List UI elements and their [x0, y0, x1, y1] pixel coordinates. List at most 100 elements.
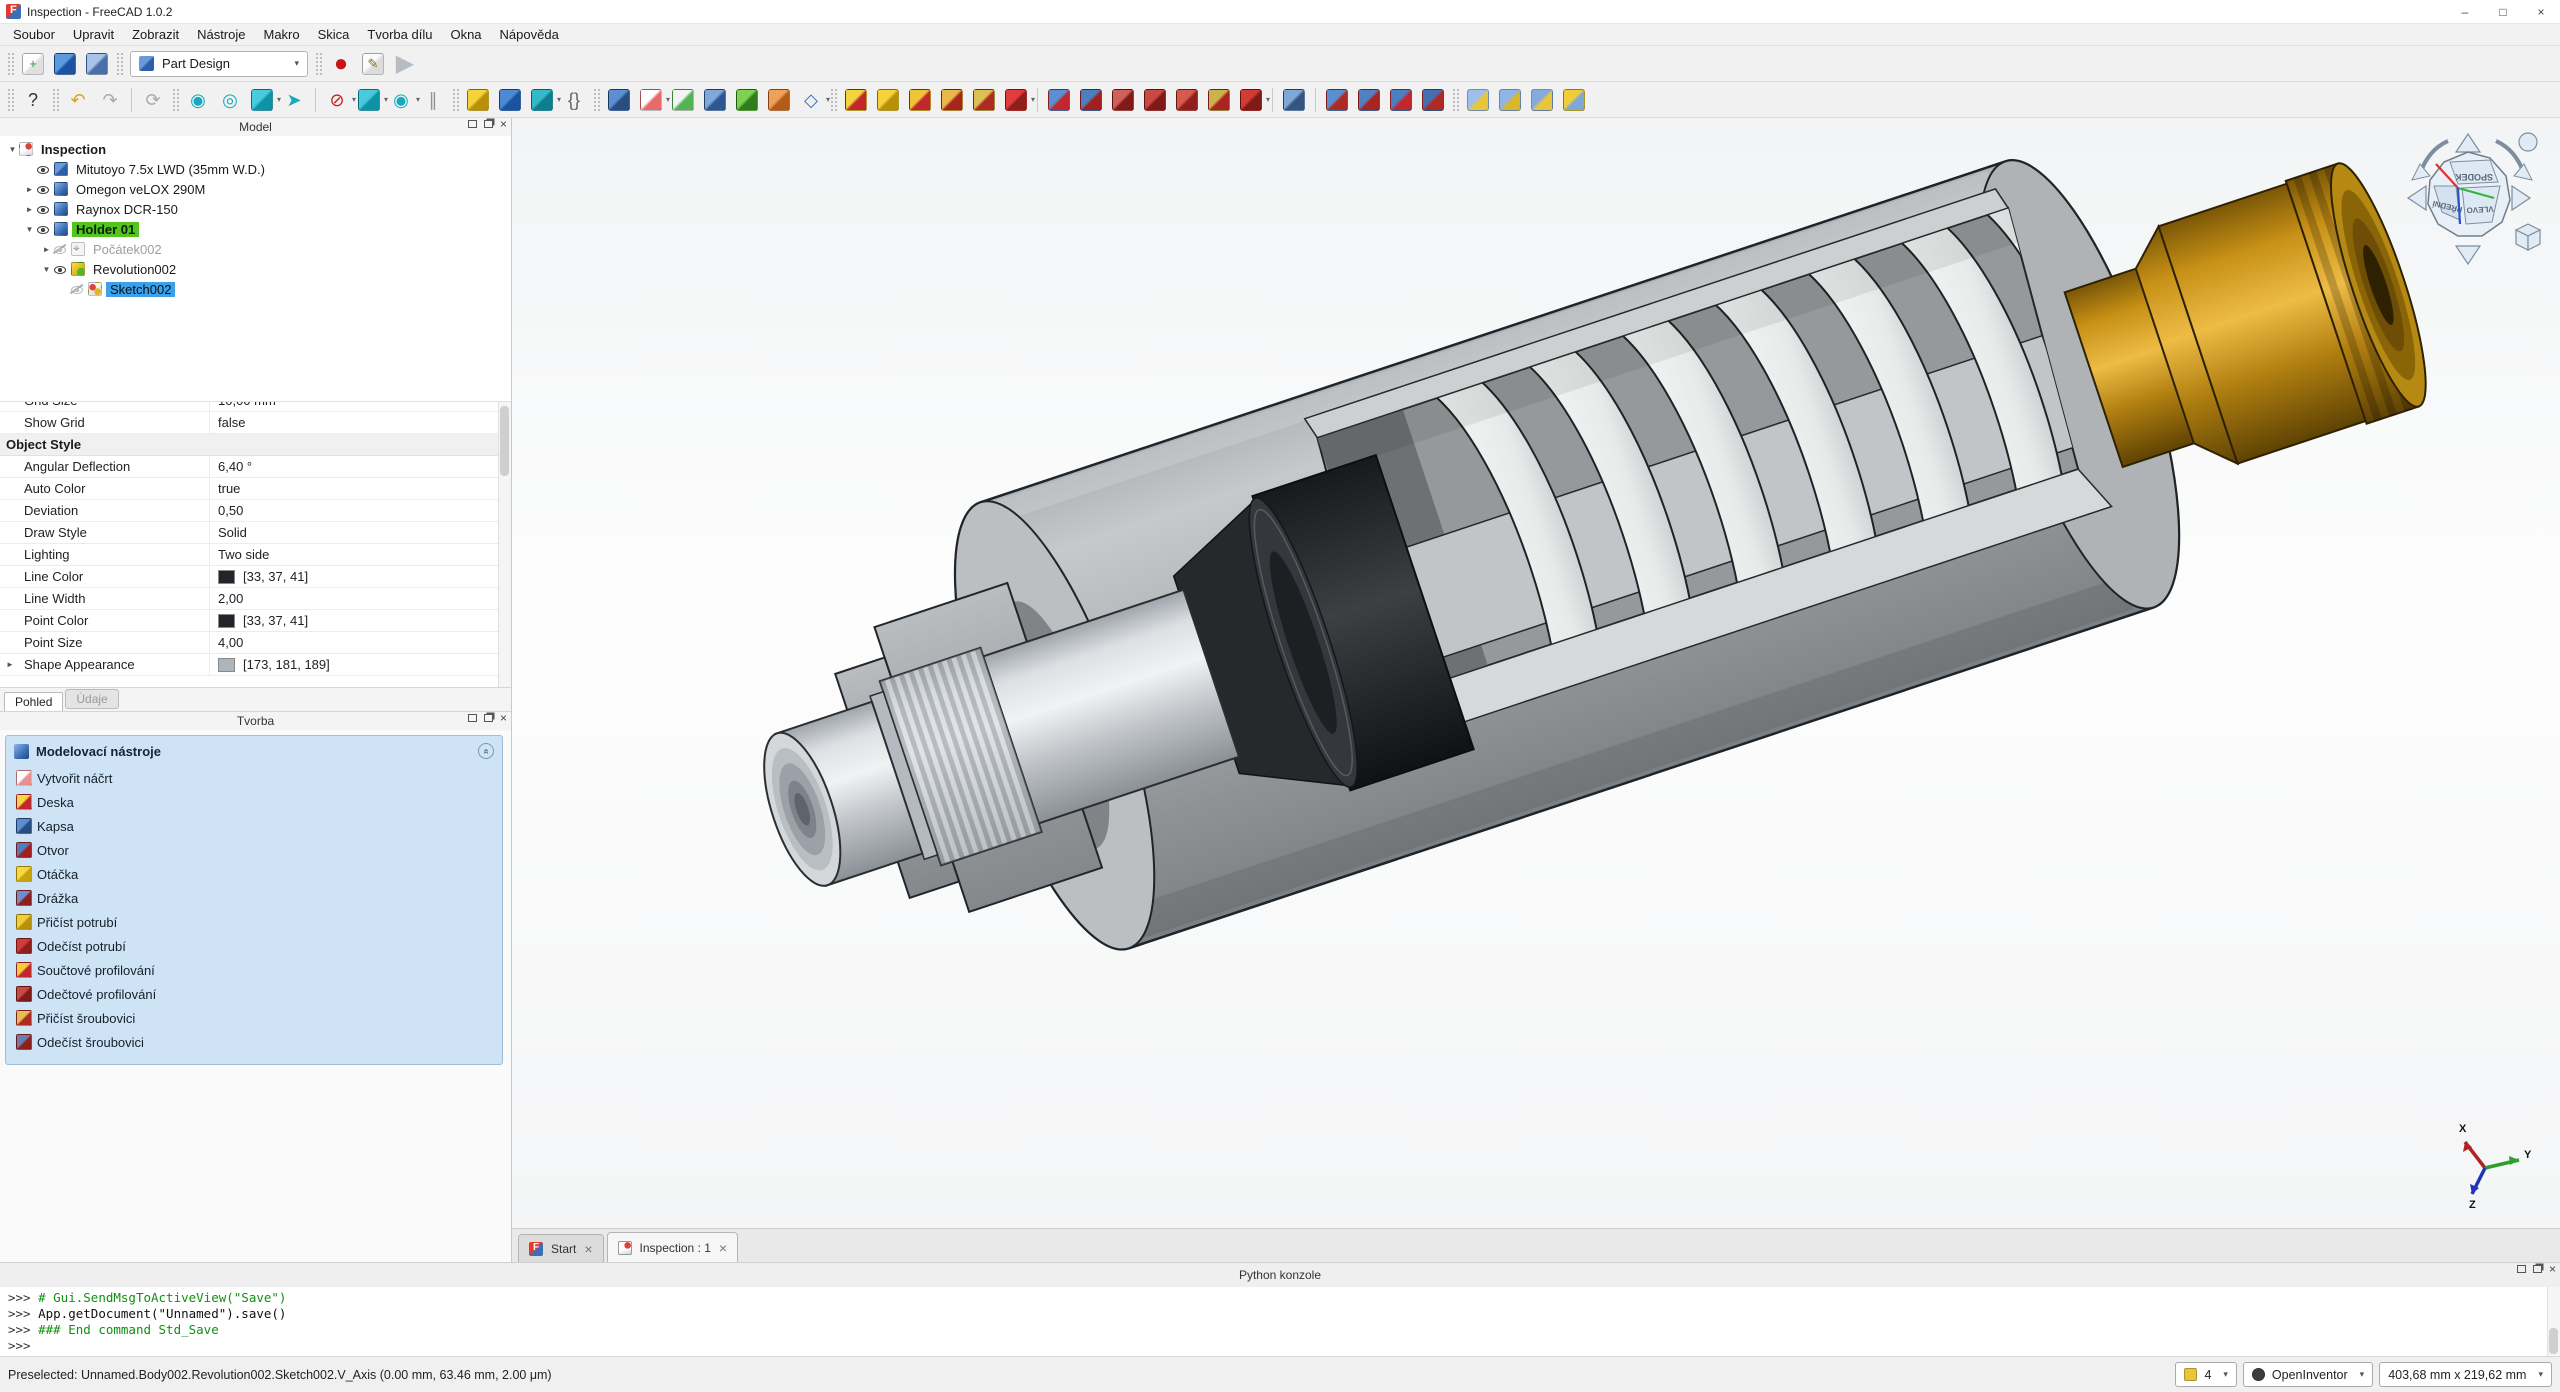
python-console-body[interactable]: >>> # Gui.SendMsgToActiveView("Save")>>>…: [0, 1287, 2560, 1357]
tasks-panel-float-icon[interactable]: [484, 714, 493, 722]
document-tab-inspection-1[interactable]: Inspection : 1×: [607, 1232, 739, 1262]
navcube-mini-cube[interactable]: [2516, 224, 2540, 250]
dimension-combo[interactable]: 403,68 mm x 219,62 mm▾: [2379, 1362, 2552, 1387]
navcube-arrow-up[interactable]: [2456, 134, 2480, 152]
tasks-panel-close-icon[interactable]: ×: [500, 714, 507, 722]
tree-item-sketch002[interactable]: Sketch002: [0, 279, 511, 299]
menu-makro[interactable]: Makro: [255, 25, 309, 44]
close-button[interactable]: ×: [2522, 0, 2560, 23]
hole-button[interactable]: [1076, 85, 1106, 115]
map-sketch-button[interactable]: [700, 85, 730, 115]
property-value[interactable]: [33, 37, 41]: [210, 566, 511, 587]
tool-drazka[interactable]: Drážka: [6, 886, 502, 910]
property-scrollbar-thumb[interactable]: [500, 406, 509, 476]
tree-item-holder-01[interactable]: ▼Holder 01: [0, 219, 511, 239]
tree-caret-down-icon[interactable]: ▼: [6, 145, 19, 154]
subtractive-primitive-button[interactable]: ▾: [1236, 85, 1266, 115]
console-float-icon[interactable]: [2533, 1265, 2542, 1273]
tool-deska[interactable]: Deska: [6, 790, 502, 814]
new-document-button[interactable]: +: [18, 49, 48, 79]
property-lighting[interactable]: LightingTwo side: [0, 544, 511, 566]
chamfer-button[interactable]: [1354, 85, 1384, 115]
mirrored-button[interactable]: [1463, 85, 1493, 115]
tree-item-omegon-velox-290m[interactable]: ►Omegon veLOX 290M: [0, 179, 511, 199]
macro-record-button[interactable]: ●: [326, 49, 356, 79]
clipping-plane-button[interactable]: ⊘▾: [322, 85, 352, 115]
open-document-button[interactable]: [50, 49, 80, 79]
property-angular-deflection[interactable]: Angular Deflection6,40 °: [0, 456, 511, 478]
property-value[interactable]: Solid: [210, 522, 511, 543]
property-scrollbar[interactable]: [498, 402, 511, 687]
navcube-cube[interactable]: SPODEK PŘEDNÍ VLEVO: [2428, 152, 2510, 236]
3d-viewport[interactable]: SPODEK PŘEDNÍ VLEVO: [512, 118, 2560, 1228]
tool-odectove-profilovani[interactable]: Odečtové profilování: [6, 982, 502, 1006]
property-value[interactable]: 6,40 °: [210, 456, 511, 477]
model-panel-close-icon[interactable]: ×: [500, 120, 507, 128]
create-sketch-button[interactable]: ▾: [636, 85, 666, 115]
tree-caret-down-icon[interactable]: ▼: [40, 265, 53, 274]
maximize-button[interactable]: □: [2484, 0, 2522, 23]
pad-button[interactable]: [841, 85, 871, 115]
visible-eye-icon[interactable]: [36, 203, 51, 216]
stereo-view-button[interactable]: ▾: [354, 85, 384, 115]
refresh-button[interactable]: ⟳: [138, 85, 168, 115]
property-auto-color[interactable]: Auto Colortrue: [0, 478, 511, 500]
subtractive-loft-button[interactable]: [1172, 85, 1202, 115]
property-shape-appearance[interactable]: ►Shape Appearance[173, 181, 189]: [0, 654, 511, 676]
document-tab-start[interactable]: Start×: [518, 1234, 604, 1262]
tree-caret-right-icon[interactable]: ►: [40, 245, 53, 254]
property-show-grid[interactable]: Show Gridfalse: [0, 412, 511, 434]
modeling-tools-group-header[interactable]: Modelovací nástroje »: [6, 736, 502, 766]
tool-pricist-potrubi[interactable]: Přičíst potrubí: [6, 910, 502, 934]
redo-button[interactable]: ↷: [95, 85, 125, 115]
undo-button[interactable]: ↶: [63, 85, 93, 115]
create-group-button[interactable]: [495, 85, 525, 115]
visible-eye-icon[interactable]: [36, 223, 51, 236]
groove-button[interactable]: [1108, 85, 1138, 115]
fly-navigation-button[interactable]: ➤: [279, 85, 309, 115]
menu-soubor[interactable]: Soubor: [4, 25, 64, 44]
thickness-button[interactable]: [1418, 85, 1448, 115]
shape-binder-button[interactable]: [732, 85, 762, 115]
property-point-size[interactable]: Point Size4,00: [0, 632, 511, 654]
property-line-color[interactable]: Line Color[33, 37, 41]: [0, 566, 511, 588]
collapse-chevron-icon[interactable]: »: [478, 743, 494, 759]
create-datum-button[interactable]: ◇▾: [796, 85, 826, 115]
create-part-button[interactable]: [463, 85, 493, 115]
tool-souctove-profilovani[interactable]: Součtové profilování: [6, 958, 502, 982]
console-restore-icon[interactable]: [2517, 1265, 2526, 1273]
console-scrollbar[interactable]: [2547, 1287, 2560, 1357]
tab-udaje[interactable]: Údaje: [65, 689, 118, 709]
edit-sketch-button[interactable]: [668, 85, 698, 115]
multitransform-button[interactable]: [1559, 85, 1589, 115]
navcube-label-left[interactable]: VLEVO: [2466, 204, 2494, 214]
property-value[interactable]: [173, 181, 189]: [210, 654, 511, 675]
tool-otvor[interactable]: Otvor: [6, 838, 502, 862]
property-point-color[interactable]: Point Color[33, 37, 41]: [0, 610, 511, 632]
polar-pattern-button[interactable]: [1527, 85, 1557, 115]
tree-item-raynox-dcr-150[interactable]: ►Raynox DCR-150: [0, 199, 511, 219]
visible-eye-icon[interactable]: [36, 163, 51, 176]
tab-pohled[interactable]: Pohled: [4, 692, 63, 711]
property-deviation[interactable]: Deviation0,50: [0, 500, 511, 522]
menu-napoveda[interactable]: Nápověda: [491, 25, 568, 44]
tree-item-pocatek002[interactable]: ►Počátek002: [0, 239, 511, 259]
navcube-arrow-right[interactable]: [2512, 186, 2530, 210]
link-actions-button[interactable]: ▾: [527, 85, 557, 115]
additive-pipe-button[interactable]: [905, 85, 935, 115]
fit-all-button[interactable]: ◉: [183, 85, 213, 115]
console-close-icon[interactable]: ×: [2549, 1265, 2556, 1273]
tool-otacka[interactable]: Otáčka: [6, 862, 502, 886]
tool-odecist-potrubi[interactable]: Odečíst potrubí: [6, 934, 502, 958]
tree-caret-right-icon[interactable]: ►: [23, 205, 36, 214]
menu-okna[interactable]: Okna: [441, 25, 490, 44]
subtractive-helix-button[interactable]: [1204, 85, 1234, 115]
fit-selection-button[interactable]: ◎: [215, 85, 245, 115]
additive-loft-button[interactable]: [937, 85, 967, 115]
menu-tvorba-dilu[interactable]: Tvorba dílu: [358, 25, 441, 44]
macro-edit-button[interactable]: ✎: [358, 49, 388, 79]
hidden-eye-icon[interactable]: [70, 283, 85, 296]
draft-button[interactable]: [1386, 85, 1416, 115]
property-value[interactable]: false: [210, 412, 511, 433]
menu-skica[interactable]: Skica: [309, 25, 359, 44]
